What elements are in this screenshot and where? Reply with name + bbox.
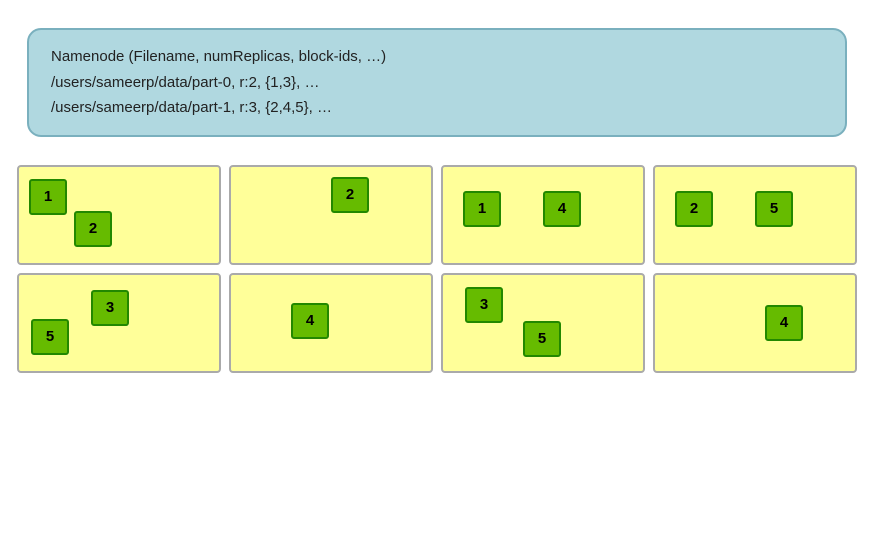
block-dn-r1c2-1: 5 xyxy=(523,321,561,357)
block-dn-r1c0-0: 5 xyxy=(31,319,69,355)
datanode-cell-dn-r1c2: 35 xyxy=(441,273,645,373)
block-dn-r0c0-0: 1 xyxy=(29,179,67,215)
block-dn-r0c1-0: 2 xyxy=(331,177,369,213)
block-dn-r1c2-0: 3 xyxy=(465,287,503,323)
datanode-cell-dn-r0c1: 2 xyxy=(229,165,433,265)
datanode-cell-dn-r1c3: 4 xyxy=(653,273,857,373)
datanode-cell-dn-r1c1: 4 xyxy=(229,273,433,373)
block-dn-r0c3-1: 5 xyxy=(755,191,793,227)
namenode-box: Namenode (Filename, numReplicas, block-i… xyxy=(27,28,847,137)
datanode-grid: 1221425534354 xyxy=(17,165,857,373)
namenode-line-1: Namenode (Filename, numReplicas, block-i… xyxy=(51,44,823,70)
block-dn-r1c3-0: 4 xyxy=(765,305,803,341)
datanode-cell-dn-r0c2: 14 xyxy=(441,165,645,265)
block-dn-r0c3-0: 2 xyxy=(675,191,713,227)
datanode-cell-dn-r0c0: 12 xyxy=(17,165,221,265)
block-dn-r0c2-0: 1 xyxy=(463,191,501,227)
block-dn-r0c2-1: 4 xyxy=(543,191,581,227)
datanode-cell-dn-r0c3: 25 xyxy=(653,165,857,265)
block-dn-r1c0-1: 3 xyxy=(91,290,129,326)
namenode-line-3: /users/sameerp/data/part-1, r:3, {2,4,5}… xyxy=(51,95,823,121)
datanode-cell-dn-r1c0: 53 xyxy=(17,273,221,373)
namenode-line-2: /users/sameerp/data/part-0, r:2, {1,3}, … xyxy=(51,70,823,96)
block-dn-r0c0-1: 2 xyxy=(74,211,112,247)
page: Namenode (Filename, numReplicas, block-i… xyxy=(0,0,874,536)
block-dn-r1c1-0: 4 xyxy=(291,303,329,339)
